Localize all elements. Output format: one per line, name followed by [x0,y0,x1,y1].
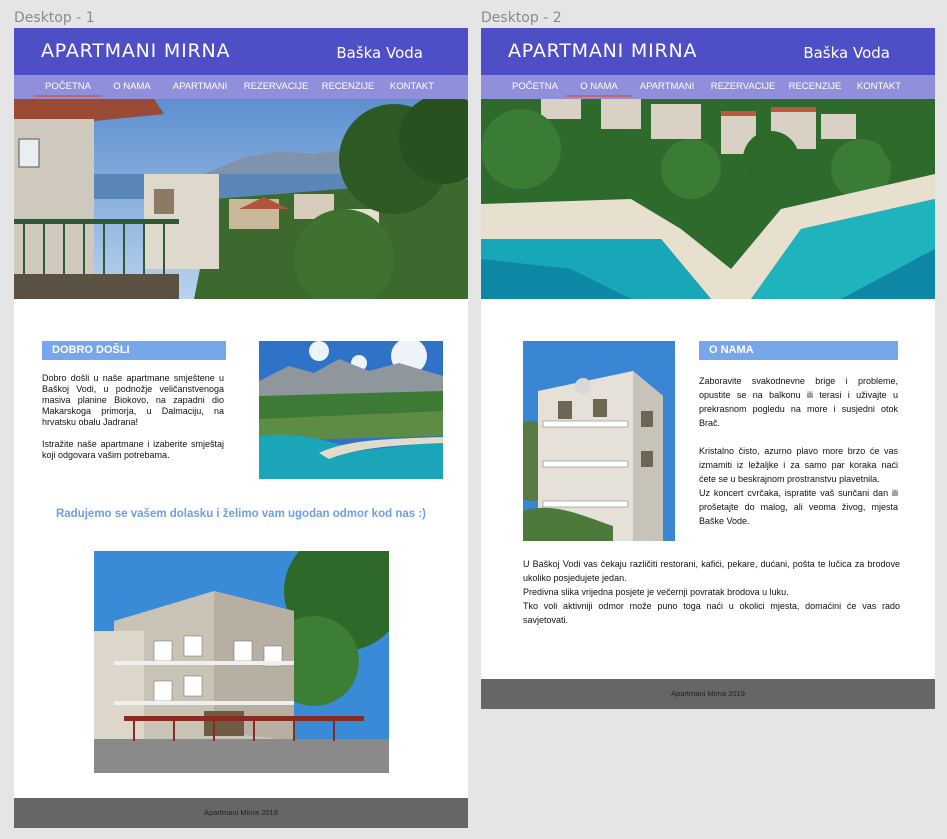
nav-item-pocetna[interactable]: POČETNA [512,81,558,92]
about-paragraph-2: Kristalno čisto, azurno plavo more brzo … [699,446,898,484]
coast-aerial-image [259,341,443,479]
artboard-label-2: Desktop - 2 [481,10,562,26]
nav-item-kontakt[interactable]: KONTAKT [390,81,434,92]
welcome-paragraph-1: Dobro došli u naše apartmane smještene u… [42,373,224,427]
apartment-house-image [523,341,675,541]
welcome-text: Dobro došli u naše apartmane smještene u… [42,373,224,472]
nav-item-rezervacije[interactable]: REZERVACIJE [711,81,776,92]
active-nav-underline [34,95,102,97]
site-header: APARTMANI MIRNA Baška Voda [481,28,935,75]
main-nav: POČETNA O NAMA APARTMANI REZERVACIJE REC… [14,75,468,99]
nav-item-kontakt[interactable]: KONTAKT [857,81,901,92]
about-paragraph-1: Zaboravite svakodnevne brige i probleme,… [699,376,898,428]
site-brand[interactable]: APARTMANI MIRNA [508,40,697,62]
site-header: APARTMANI MIRNA Baška Voda [14,28,468,75]
about-paragraph-3: Uz koncert cvrčaka, ispratite vaš sunčan… [699,488,898,526]
nav-item-recenzije[interactable]: RECENZIJE [322,81,375,92]
nav-item-apartmani[interactable]: APARTMANI [173,81,228,92]
welcome-message: Radujemo se vašem dolasku i želimo vam u… [55,508,426,520]
section-title-dobro-dosli: DOBRO DOŠLI [42,341,226,360]
site-footer: Apartmani Mirna 2019 [14,798,468,828]
site-brand[interactable]: APARTMANI MIRNA [41,40,230,62]
section-title-o-nama: O NAMA [699,341,898,360]
about-extra-paragraph-1: U Baškoj Vodi vas čekaju različiti resto… [523,559,900,583]
main-nav: POČETNA O NAMA APARTMANI REZERVACIJE REC… [481,75,935,99]
nav-item-apartmani[interactable]: APARTMANI [640,81,695,92]
apartment-building-image [94,551,389,773]
artboard-desktop-2: APARTMANI MIRNA Baška Voda POČETNA O NAM… [481,28,935,709]
welcome-paragraph-2: Istražite naše apartmane i izaberite smj… [42,439,224,460]
hero-image-beach-aerial [481,99,935,299]
nav-item-rezervacije[interactable]: REZERVACIJE [244,81,309,92]
artboard-label-1: Desktop - 1 [14,10,95,26]
about-extra-paragraph-2: Predivna slika vrijedna posjete je večer… [523,587,789,597]
active-nav-underline [566,95,632,97]
about-extra-text: U Baškoj Vodi vas čekaju različiti resto… [523,557,900,627]
about-text: Zaboravite svakodnevne brige i probleme,… [699,374,898,528]
artboard-desktop-1: APARTMANI MIRNA Baška Voda POČETNA O NAM… [14,28,468,828]
nav-item-o-nama[interactable]: O NAMA [580,81,617,92]
nav-item-pocetna[interactable]: POČETNA [45,81,91,92]
hero-image-balcony-view [14,99,468,299]
site-footer: Apartmani Mirna 2019 [481,679,935,709]
nav-item-recenzije[interactable]: RECENZIJE [789,81,842,92]
site-location: Baška Voda [803,44,890,62]
nav-item-o-nama[interactable]: O NAMA [113,81,150,92]
site-location: Baška Voda [336,44,423,62]
about-extra-paragraph-3: Tko voli aktivniji odmor može puno toga … [523,601,900,625]
